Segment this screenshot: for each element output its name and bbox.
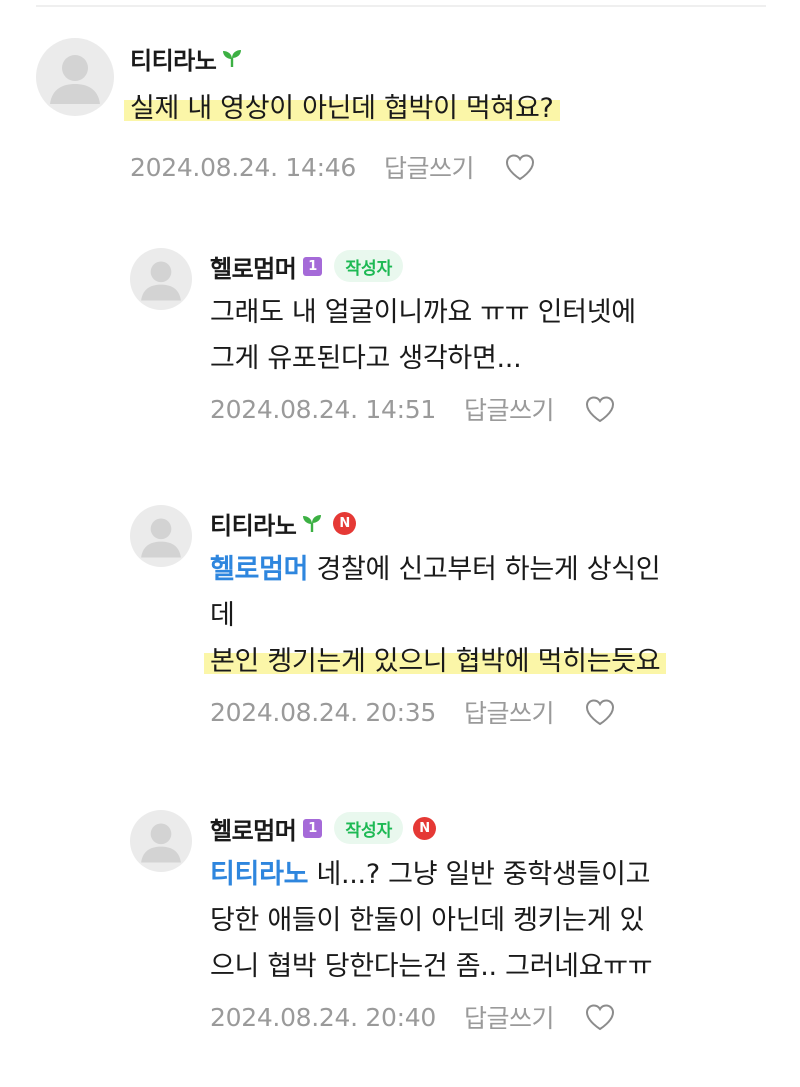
reply-item: 티티라노 N 헬로멈머 경찰에 신고부터 하는게 상식인 데 본인 켕기는게 있… [130,505,780,765]
author-badge: 작성자 [334,250,404,282]
default-avatar-icon[interactable] [36,38,114,116]
reply-button[interactable]: 답글쓰기 [384,149,475,185]
comment-thread: 티티라노 실제 내 영상이 아닌데 협박이 먹혀요? 2024.08.24. 1… [0,0,800,1087]
comment-text-line: 데 [210,600,235,631]
comment-text: 그래도 내 얼굴이니까요 ㅠㅠ 인터넷에 그게 유포된다고 생각하면... [210,290,780,382]
author-badge: 작성자 [334,812,404,844]
comment-text: 실제 내 영상이 아닌데 협박이 먹혀요? [124,86,770,132]
new-badge: N [413,816,437,840]
comment-date: 2024.08.24. 14:51 [210,394,436,424]
comment-text-line: 당한 애들이 한둘이 아닌데 켕키는게 있 [210,905,645,936]
new-badge: N [333,511,357,535]
mention-link[interactable]: 헬로멈머 [210,554,308,585]
reply-button[interactable]: 답글쓰기 [464,391,555,427]
author-name[interactable]: 티티라노 [210,506,297,541]
divider [36,5,766,7]
default-avatar-icon[interactable] [130,810,192,872]
author-name[interactable]: 헬로멈머 [210,249,297,284]
comment-text-line: 본인 켕기는게 있으니 협박에 먹히는듯요 [204,646,667,677]
comment-text: 티티라노 네...? 그냥 일반 중학생들이고 당한 애들이 한둘이 아닌데 켕… [210,852,780,990]
default-avatar-icon[interactable] [130,248,192,310]
comment-text-line: 네...? 그냥 일반 중학생들이고 [308,859,651,890]
comment-text-line: 그게 유포된다고 생각하면... [210,343,522,374]
sprout-icon [221,47,243,69]
author-name[interactable]: 티티라노 [130,41,217,76]
mention-link[interactable]: 티티라노 [210,859,308,890]
comment-date: 2024.08.24. 20:40 [210,1002,436,1032]
comment-text: 헬로멈머 경찰에 신고부터 하는게 상식인 데 본인 켕기는게 있으니 협박에 … [204,547,780,685]
heart-icon[interactable] [584,1002,616,1032]
comment-date: 2024.08.24. 20:35 [210,697,436,727]
heart-icon[interactable] [584,394,616,424]
comment-text-line: 실제 내 영상이 아닌데 협박이 먹혀요? [124,93,560,124]
comment-item: 티티라노 실제 내 영상이 아닌데 협박이 먹혀요? 2024.08.24. 1… [36,38,776,188]
comment-text-line: 그래도 내 얼굴이니까요 ㅠㅠ 인터넷에 [210,297,636,328]
reply-button[interactable]: 답글쓰기 [464,999,555,1035]
comment-text-line: 경찰에 신고부터 하는게 상식인 [308,554,661,585]
heart-icon[interactable] [584,697,616,727]
level-icon: 1 [303,256,323,276]
default-avatar-icon[interactable] [130,505,192,567]
author-name[interactable]: 헬로멈머 [210,811,297,846]
reply-item: 헬로멈머 1 작성자 그래도 내 얼굴이니까요 ㅠㅠ 인터넷에 그게 유포된다고… [130,248,780,448]
level-icon: 1 [303,818,323,838]
heart-icon[interactable] [504,152,536,182]
comment-date: 2024.08.24. 14:46 [130,152,356,182]
reply-item: 헬로멈머 1 작성자 N 티티라노 네...? 그냥 일반 중학생들이고 당한 … [130,810,780,1070]
sprout-icon [301,512,323,534]
reply-button[interactable]: 답글쓰기 [464,694,555,730]
comment-text-line: 으니 협박 당한다는건 좀.. 그러네요ㅠㅠ [210,951,653,982]
